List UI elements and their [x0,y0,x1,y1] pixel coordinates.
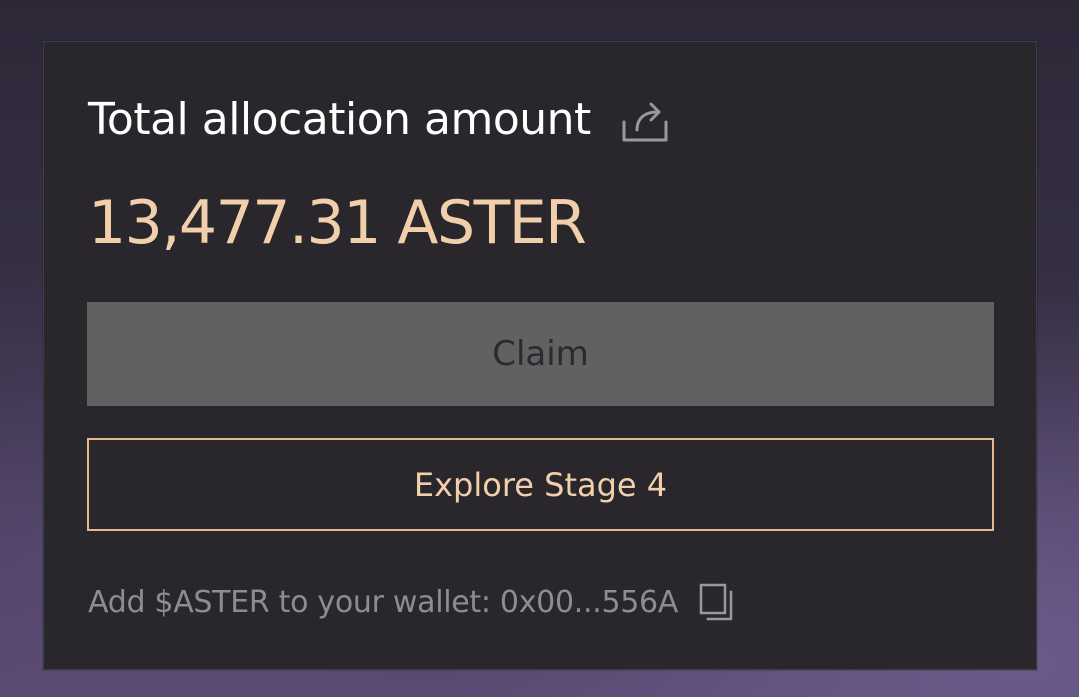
allocation-card: Total allocation amount 13,477.31 ASTER … [43,41,1037,670]
header-row: Total allocation amount [88,92,669,148]
wallet-row: Add $ASTER to your wallet: 0x00...556A [88,580,734,624]
share-icon[interactable] [621,96,669,144]
add-to-wallet-text[interactable]: Add $ASTER to your wallet: 0x00...556A [88,585,678,620]
allocation-amount: 13,477.31 ASTER [88,188,587,258]
card-title: Total allocation amount [88,94,591,145]
explore-stage-button[interactable]: Explore Stage 4 [87,438,994,531]
copy-icon[interactable] [698,582,734,622]
claim-button[interactable]: Claim [87,302,994,406]
